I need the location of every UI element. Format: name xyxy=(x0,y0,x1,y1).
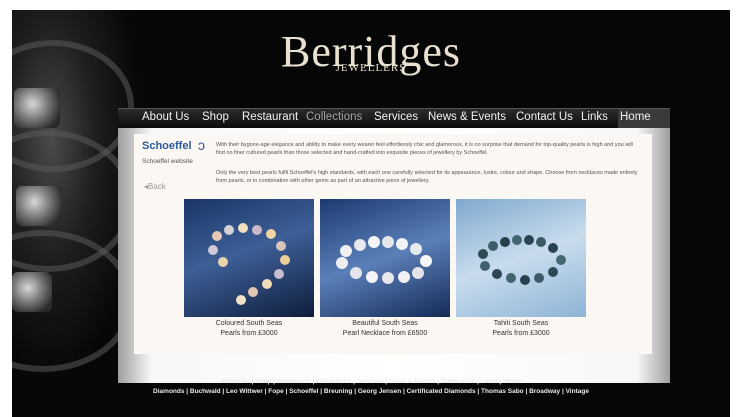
back-link[interactable]: ◂Back xyxy=(144,182,166,191)
nav-services[interactable]: Services xyxy=(374,111,418,123)
nav-contact-us[interactable]: Contact Us xyxy=(516,111,573,123)
product-image-tahiti-pearls[interactable] xyxy=(456,199,586,317)
intro-paragraph-1: With their bygone-age elegance and abili… xyxy=(216,142,633,156)
product-title: Tahiti South Seas xyxy=(493,320,549,327)
product-caption-coloured: Coloured South Seas Pearls from £3000 xyxy=(179,319,319,339)
content-panel: Schoeffel ↄ Schoeffel website ◂Back With… xyxy=(118,128,670,383)
nav-news-events[interactable]: News & Events xyxy=(428,111,506,123)
main-nav: About Us Shop Restaurant Collections Ser… xyxy=(118,108,670,129)
content-area: Schoeffel ↄ Schoeffel website ◂Back With… xyxy=(134,134,652,354)
product-caption-beautiful: Beautiful South Seas Pearl Necklace from… xyxy=(315,319,455,339)
product-price: Pearls from £3000 xyxy=(220,330,278,337)
nav-collections[interactable]: Collections xyxy=(306,111,362,123)
page-frame: Berridges JEWELLERS About Us Shop Restau… xyxy=(12,10,730,417)
nav-home[interactable]: Home xyxy=(620,111,651,123)
nav-about-us[interactable]: About Us xyxy=(142,111,189,123)
diamond-stone xyxy=(14,88,60,128)
schoeffel-website-link[interactable]: Schoeffel website xyxy=(142,158,193,165)
product-image-white-pearl-necklace[interactable] xyxy=(320,199,450,317)
product-image-coloured-pearls[interactable] xyxy=(184,199,314,317)
product-price: Pearl Necklace from £6500 xyxy=(342,330,428,337)
logo-tagline: JEWELLERS xyxy=(335,62,407,74)
footer-nav-links[interactable]: About Us | Shop | Restaurant | Collectio… xyxy=(12,378,730,385)
brand-name: Schoeffel xyxy=(142,140,192,152)
footer-brand-links[interactable]: Diamonds | Buchwald | Leo Wittwer | Fope… xyxy=(12,388,730,395)
schoeffel-logo-icon: ↄ xyxy=(198,137,205,153)
nav-links[interactable]: Links xyxy=(581,111,608,123)
back-label: Back xyxy=(148,182,166,191)
diamond-stone xyxy=(16,186,62,226)
product-title: Coloured South Seas xyxy=(215,320,283,327)
product-caption-tahiti: Tahiti South Seas Pearls from £3000 xyxy=(451,319,591,339)
intro-paragraph-2: Only the very best pearls fulfil Schoeff… xyxy=(216,170,638,184)
nav-shop[interactable]: Shop xyxy=(202,111,229,123)
nav-restaurant[interactable]: Restaurant xyxy=(242,111,298,123)
product-title: Beautiful South Seas xyxy=(352,320,418,327)
product-price: Pearls from £3000 xyxy=(492,330,550,337)
diamond-stone xyxy=(12,272,52,312)
